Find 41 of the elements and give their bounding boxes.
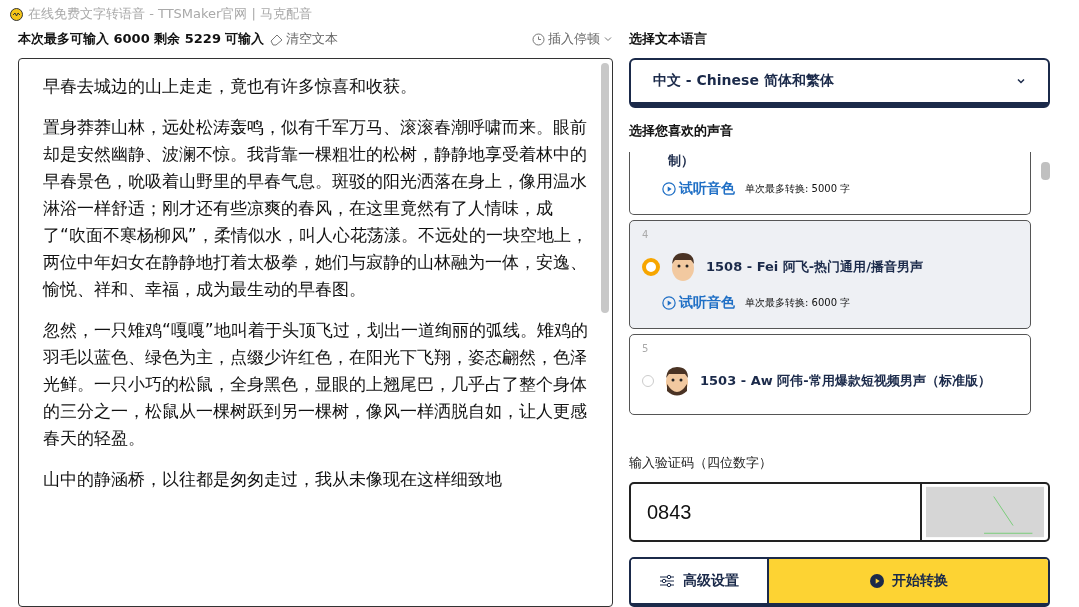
language-dropdown[interactable]: 中文 - Chinese 简体和繁体 [629,58,1050,108]
voice-name: 制） [668,152,694,170]
section-label: 选择文本语言 [629,30,708,48]
voice-number: 5 [642,343,649,354]
voice-name: 1508 - Fei 阿飞-热门通用/播音男声 [706,258,923,276]
sliders-icon [659,574,675,588]
voice-name: 1503 - Aw 阿伟-常用爆款短视频男声（标准版） [700,372,991,390]
radio-button[interactable] [642,375,654,387]
clock-icon [532,32,545,46]
captcha-label: 输入验证码（四位数字） [629,454,773,472]
paragraph-text: 早春去城边的山上走走，竟也有许多惊喜和收获。 [43,75,418,98]
chevron-down-icon [603,34,613,44]
window-title: 在线免费文字转语音 - TTSMaker官网 | 马克配音 [28,5,313,23]
chevron-down-icon [1016,76,1026,86]
paragraph-text: 山中的静涵桥，以往都是匆匆走过，我从未像现在这样细致地 [43,468,503,491]
scrollbar-thumb[interactable] [601,63,609,313]
voice-card[interactable]: 5 1503 - Aw 阿伟-常用爆款短视频男声（标准版） [629,334,1031,415]
voice-number: 4 [642,229,649,240]
play-circle-icon [662,182,676,196]
advanced-settings-button[interactable]: 高级设置 [631,559,769,603]
clear-text-button[interactable]: 清空文本 [270,30,339,48]
text-input-area[interactable] [18,58,613,607]
paragraph-text: 置身莽莽山林，远处松涛轰鸣，似有千军万马、滚滚春潮呼啸而来。眼前却是安然幽静、波澜不惊。我背靠一棵粗壮的松树，静静地享受着林中的早春景色，吮吸着山野里的早春气息。斑驳的阳光洒落在身上，像用温水淋浴一样舒适；刚才还有些凉爽的春风，在这里竟然有了人情味，成了“吹面不寒杨柳风”，柔情似水，叫人心花荡漾。不远处的一块空地上，两位中年妇女在静静地打着太极拳，她们与寂静的山林融为一体，安逸、愉悦、祥和、幸福，成为最生动的早春图。 [43,116,588,301]
voice-card[interactable]: 4 1508 - Fei 阿飞-热门通用/播音男声 试听音色 单次最多转换: 6000 字 [629,220,1031,329]
max-conversion-text: 单次最多转换: 6000 字 [745,296,851,310]
play-circle-icon [869,574,884,588]
max-conversion-text: 单次最多转换: 5000 字 [745,182,851,196]
listen-link[interactable]: 试听音色 [662,180,735,198]
radio-button[interactable] [642,258,660,276]
start-conversion-button[interactable]: 开始转换 [769,559,1048,603]
play-circle-icon [662,296,676,310]
eraser-icon [270,32,284,46]
scrollbar-thumb[interactable] [1041,162,1050,180]
insert-pause-button[interactable]: 插入停顿 [532,30,613,48]
voice-card[interactable]: 制） 试听音色 单次最多转换: 5000 字 [629,152,1031,215]
listen-link[interactable]: 试听音色 [662,294,735,312]
paragraph-text: 忽然，一只雉鸡“嘎嘎”地叫着于头顶飞过，划出一道绚丽的弧线。雉鸡的羽毛以蓝色、绿色为主，点缀少许红色，在阳光下飞翔，姿态翩然，色泽光鲜。一只小巧的松鼠，全身黑色，显眼的上翘尾巴，几乎占了整个身体的三分之一，松鼠从一棵树跃到另一棵树，像风一样洒脱自如，让人更感春天的轻盈。 [43,319,588,450]
section-label: 选择您喜欢的声音 [629,122,734,140]
captcha-input[interactable]: 0843 [629,482,922,542]
app-logo-icon [10,7,23,21]
input-limit-text: 本次最多可输入 6000 剩余 5229 可输入 [18,30,265,48]
